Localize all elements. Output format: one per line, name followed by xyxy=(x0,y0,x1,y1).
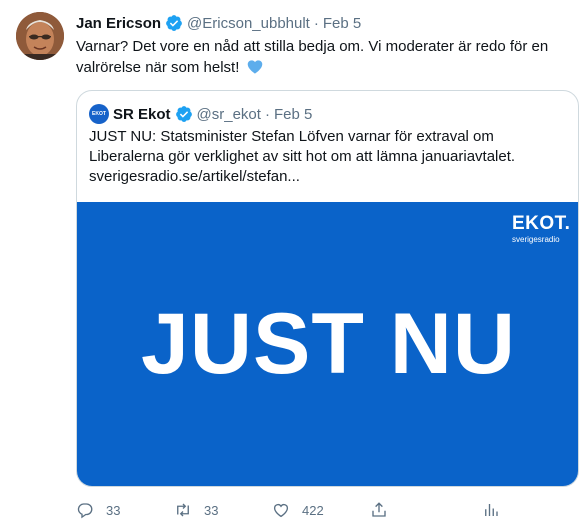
reply-count: 33 xyxy=(106,502,121,518)
separator-dot: · xyxy=(264,105,270,123)
quoted-tweet[interactable]: EKOT SR Ekot @sr_ekot · Feb 5 JUST NU: S… xyxy=(76,90,579,487)
author-handle[interactable]: @Ericson_ubbhult xyxy=(187,15,310,32)
quoted-avatar-text: EKOT xyxy=(92,111,106,117)
retweet-icon xyxy=(177,503,189,517)
quoted-text-body: JUST NU: Statsminister Stefan Löfven var… xyxy=(89,128,516,165)
quoted-author-name: SR Ekot xyxy=(113,105,171,123)
tweet-actions: 33 33 422 xyxy=(76,498,556,522)
media-headline: JUST NU xyxy=(141,296,516,392)
retweet-count: 33 xyxy=(204,502,219,518)
author-name[interactable]: Jan Ericson xyxy=(76,15,161,32)
tweet-text: Varnar? Det vore en nåd att stilla bedja… xyxy=(76,36,576,78)
verified-icon xyxy=(166,15,182,31)
separator-dot: · xyxy=(313,14,319,32)
heart-icon xyxy=(273,503,289,518)
like-button[interactable]: 422 xyxy=(272,498,324,522)
analytics-icon xyxy=(485,504,498,516)
quoted-date: Feb 5 xyxy=(273,105,313,123)
analytics-button[interactable] xyxy=(482,498,512,522)
quoted-link[interactable]: sverigesradio.se/artikel/stefan... xyxy=(89,168,300,185)
verified-icon xyxy=(175,106,192,122)
reply-button[interactable]: 33 xyxy=(76,498,120,522)
quoted-media-image[interactable]: EKOT. sverigesradio JUST NU xyxy=(77,202,578,486)
reply-icon xyxy=(77,503,93,519)
ekot-logo: EKOT. sverigesradio xyxy=(512,214,570,245)
ekot-logo-word: EKOT. xyxy=(512,213,571,234)
retweet-button[interactable]: 33 xyxy=(174,498,218,522)
tweet[interactable]: Jan Ericson @Ericson_ubbhult · Feb 5 Var… xyxy=(0,0,587,530)
quoted-author-handle: @sr_ekot xyxy=(196,105,261,123)
share-icon xyxy=(372,502,386,517)
tweet-date[interactable]: Feb 5 xyxy=(323,15,361,32)
quoted-tweet-text: JUST NU: Statsminister Stefan Löfven var… xyxy=(89,127,569,187)
tweet-header: Jan Ericson @Ericson_ubbhult · Feb 5 xyxy=(76,12,361,34)
avatar-photo xyxy=(16,12,64,60)
share-button[interactable] xyxy=(370,498,400,522)
avatar[interactable] xyxy=(16,12,64,60)
tweet-text-body: Varnar? Det vore en nåd att stilla bedja… xyxy=(76,38,549,76)
like-count: 422 xyxy=(302,502,324,518)
ekot-logo-sub: sverigesradio xyxy=(512,235,560,244)
blue-heart-icon xyxy=(247,60,262,74)
quoted-tweet-header: EKOT SR Ekot @sr_ekot · Feb 5 xyxy=(89,103,312,125)
quoted-avatar[interactable]: EKOT xyxy=(89,104,109,124)
